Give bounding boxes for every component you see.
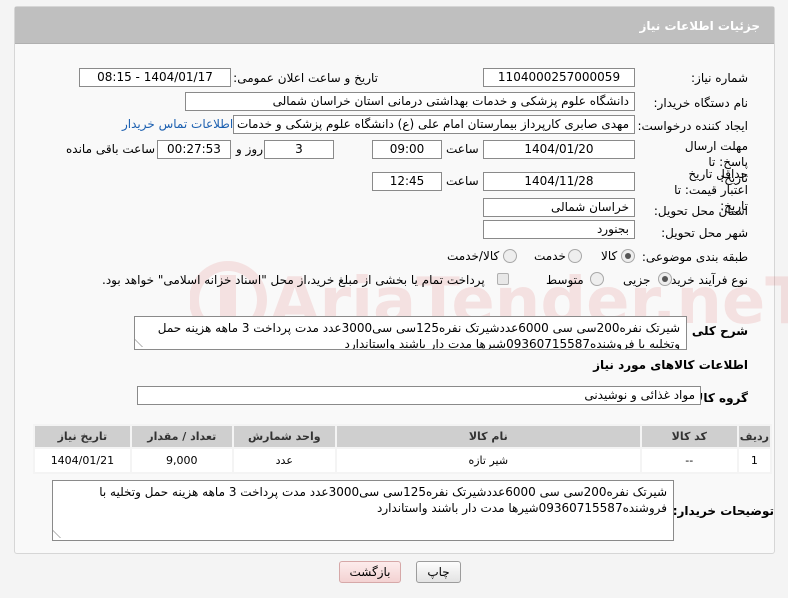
category-label: طبقه بندی موضوعی: [641, 250, 748, 264]
treasury-checkbox[interactable] [497, 273, 509, 285]
print-button[interactable]: چاپ [416, 561, 461, 583]
requester-field: مهدی صابری کارپرداز بیمارستان امام علی (… [233, 115, 635, 134]
panel-header: جزئیات اطلاعات نیاز [15, 7, 774, 44]
city-field: بجنورد [483, 220, 635, 239]
page-title: جزئیات اطلاعات نیاز [639, 19, 760, 33]
province-label: استان محل تحویل: [653, 204, 748, 218]
description-textarea: شیرتک نفره200سی سی 6000عددشیرتک نفره125س… [134, 316, 687, 350]
process-option-minor: جزیی [623, 273, 651, 287]
days-field: 3 [264, 140, 334, 159]
validity-time-label: ساعت [446, 174, 479, 188]
validity-time-field: 12:45 [372, 172, 442, 191]
th-qty: تعداد / مقدار [129, 424, 234, 449]
buyer-notes-label: توضیحات خریدار: [672, 504, 774, 518]
resize-handle[interactable] [53, 528, 70, 538]
category-option-goods: کالا [601, 249, 618, 263]
deadline-time-field: 09:00 [372, 140, 442, 159]
cell-unit: عدد [231, 447, 337, 474]
buyer-org-label: نام دستگاه خریدار: [653, 96, 749, 110]
buyer-contact-link[interactable]: اطلاعات تماس خریدار [122, 117, 233, 131]
buyer-notes-textarea: شیرتک نفره200سی سی 6000عددشیرتک نفره125س… [52, 480, 674, 541]
process-label: نوع فرآیند خرید : [663, 273, 748, 287]
province-field: خراسان شمالی [483, 198, 635, 217]
deadline-date-field: 1404/01/20 [483, 140, 635, 159]
back-button[interactable]: بازگشت [339, 561, 401, 583]
need-number-label: شماره نیاز: [691, 71, 748, 85]
resize-handle[interactable] [135, 337, 152, 347]
days-label: روز و [236, 142, 263, 156]
cell-name: شیر تازه [334, 447, 642, 474]
buyer-notes-text: شیرتک نفره200سی سی 6000عددشیرتک نفره125س… [99, 485, 667, 515]
remaining-time-field: 00:27:53 [157, 140, 231, 159]
category-option-both: کالا/خدمت [447, 249, 500, 263]
validity-date-field: 1404/11/28 [483, 172, 635, 191]
category-radio-both[interactable] [503, 249, 517, 263]
city-label: شهر محل تحویل: [661, 226, 748, 240]
th-unit: واحد شمارش [231, 424, 337, 449]
category-radio-goods[interactable] [621, 249, 635, 263]
process-radio-medium[interactable] [590, 272, 604, 286]
cell-row: 1 [736, 447, 773, 474]
cell-qty: 9,000 [129, 447, 234, 474]
announce-date-field: 1404/01/17 - 08:15 [79, 68, 231, 87]
remaining-label: ساعت باقی مانده [66, 142, 156, 156]
category-option-service: خدمت [534, 249, 566, 263]
deadline-time-label: ساعت [446, 142, 479, 156]
th-name: نام کالا [334, 424, 642, 449]
goods-table: ردیف کد کالا نام کالا واحد شمارش تعداد /… [33, 424, 773, 474]
description-text: شیرتک نفره200سی سی 6000عددشیرتک نفره125س… [157, 321, 680, 350]
category-radio-service[interactable] [568, 249, 582, 263]
payment-note: پرداخت تمام یا بخشی از مبلغ خرید،از محل … [102, 273, 485, 287]
need-number-field: 1104000257000059 [483, 68, 635, 87]
th-code: کد کالا [639, 424, 739, 449]
requester-label: ایجاد کننده درخواست: [637, 119, 748, 133]
process-radio-minor[interactable] [658, 272, 672, 286]
th-date: تاریخ نیاز [33, 424, 132, 449]
cell-code: -- [639, 447, 739, 474]
process-option-medium: متوسط [546, 273, 584, 287]
buyer-org-field: دانشگاه علوم پزشکی و خدمات بهداشتی درمان… [185, 92, 635, 111]
goods-group-field: مواد غذائی و نوشیدنی [137, 386, 701, 405]
announce-label: تاریخ و ساعت اعلان عمومی: [233, 71, 378, 85]
table-row: 1 -- شیر تازه عدد 9,000 1404/01/21 [33, 447, 773, 474]
goods-section-title: اطلاعات کالاهای مورد نیاز [593, 358, 748, 372]
th-row: ردیف [736, 424, 773, 449]
cell-date: 1404/01/21 [33, 447, 132, 474]
